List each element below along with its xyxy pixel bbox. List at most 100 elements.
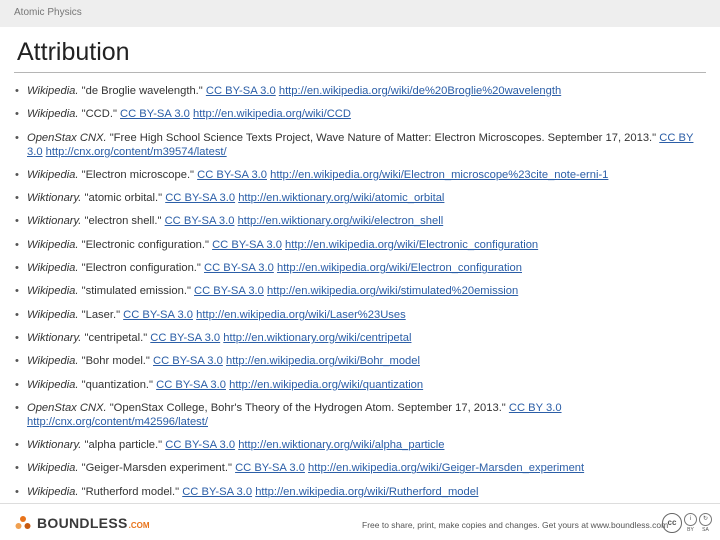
- bullet-icon: •: [15, 192, 19, 205]
- attribution-source: Wikipedia.: [27, 308, 79, 321]
- attribution-source: Wikipedia.: [27, 108, 79, 121]
- attribution-source: Wikipedia.: [27, 285, 79, 298]
- license-link[interactable]: CC BY-SA 3.0: [120, 108, 190, 120]
- attribution-source: Wikipedia.: [27, 378, 79, 391]
- license-link[interactable]: CC BY-SA 3.0: [153, 355, 223, 367]
- attribution-title: "centripetal.": [81, 331, 151, 344]
- attribution-title: "Bohr model.": [78, 355, 153, 368]
- license-link[interactable]: CC BY-SA 3.0: [194, 285, 264, 297]
- source-url-link[interactable]: http://en.wikipedia.org/wiki/Electronic_…: [285, 239, 538, 251]
- attribution-title: "Rutherford model.": [78, 485, 183, 498]
- bullet-icon: •: [15, 215, 19, 228]
- attribution-title: "alpha particle.": [81, 439, 166, 452]
- source-url-link[interactable]: http://en.wikipedia.org/wiki/Electron_co…: [277, 262, 522, 274]
- attribution-item: • Wikipedia. "quantization." CC BY-SA 3.0…: [14, 378, 704, 392]
- attribution-item: • Wikipedia. "Bohr model." CC BY-SA 3.0 h…: [14, 354, 704, 368]
- attribution-item: • Wikipedia. "Electronic configuration." …: [14, 238, 704, 252]
- license-link[interactable]: CC BY-SA 3.0: [165, 192, 235, 204]
- source-url-link[interactable]: http://en.wiktionary.org/wiki/atomic_orb…: [238, 192, 444, 204]
- attribution-source: Wikipedia.: [27, 462, 79, 475]
- license-link[interactable]: CC BY-SA 3.0: [235, 462, 305, 474]
- source-url-link[interactable]: http://en.wikipedia.org/wiki/CCD: [193, 108, 351, 120]
- license-link[interactable]: CC BY-SA 3.0: [150, 332, 220, 344]
- source-url-link[interactable]: http://en.wikipedia.org/wiki/Laser%23Use…: [196, 309, 406, 321]
- attribution-title: "atomic orbital.": [81, 192, 166, 205]
- attribution-title: "Free High School Science Texts Project,…: [106, 131, 660, 144]
- page-title: Attribution: [17, 38, 130, 66]
- license-link[interactable]: CC BY-SA 3.0: [212, 239, 282, 251]
- attribution-item: • Wikipedia. "Laser." CC BY-SA 3.0 http:/…: [14, 308, 704, 322]
- bullet-icon: •: [15, 108, 19, 121]
- bullet-icon: •: [15, 378, 19, 391]
- attribution-source: Wikipedia.: [27, 355, 79, 368]
- attribution-title: "stimulated emission.": [78, 285, 195, 298]
- license-link[interactable]: CC BY-SA 3.0: [165, 439, 235, 451]
- attribution-title: "CCD.": [78, 108, 121, 121]
- license-link[interactable]: CC BY-SA 3.0: [206, 85, 276, 97]
- license-link[interactable]: CC BY 3.0: [509, 402, 562, 414]
- source-url-link[interactable]: http://cnx.org/content/m39574/latest/: [46, 146, 227, 158]
- sa-icon: ↻: [699, 513, 712, 526]
- source-url-link[interactable]: http://en.wiktionary.org/wiki/alpha_part…: [238, 439, 444, 451]
- sa-badge: ↻ SA: [699, 513, 712, 533]
- attribution-title: "Electronic configuration.": [78, 238, 213, 251]
- license-link[interactable]: CC BY-SA 3.0: [165, 215, 235, 227]
- sa-label: SA: [702, 527, 709, 533]
- attribution-title: "OpenStax College, Bohr's Theory of the …: [106, 401, 509, 414]
- license-link[interactable]: CC BY-SA 3.0: [156, 379, 226, 391]
- attribution-source: Wikipedia.: [27, 168, 79, 181]
- footer-tagline: Free to share, print, make copies and ch…: [362, 520, 669, 530]
- attribution-title: "quantization.": [78, 378, 157, 391]
- source-url-link[interactable]: http://cnx.org/content/m42596/latest/: [27, 416, 208, 428]
- attribution-source: Wikipedia.: [27, 262, 79, 275]
- by-label: BY: [687, 527, 694, 533]
- bullet-icon: •: [15, 285, 19, 298]
- bullet-icon: •: [15, 331, 19, 344]
- bullet-icon: •: [15, 262, 19, 275]
- source-url-link[interactable]: http://en.wiktionary.org/wiki/electron_s…: [238, 215, 444, 227]
- attribution-title: "Electron microscope.": [78, 168, 198, 181]
- bullet-icon: •: [15, 355, 19, 368]
- source-url-link[interactable]: http://en.wikipedia.org/wiki/Electron_mi…: [270, 169, 608, 181]
- source-url-link[interactable]: http://en.wikipedia.org/wiki/Rutherford_…: [255, 486, 478, 498]
- source-url-link[interactable]: http://en.wikipedia.org/wiki/de%20Brogli…: [279, 85, 561, 97]
- source-url-link[interactable]: http://en.wikipedia.org/wiki/stimulated%…: [267, 285, 518, 297]
- bullet-icon: •: [15, 238, 19, 251]
- attribution-source: Wiktionary.: [27, 331, 82, 344]
- license-link[interactable]: CC BY-SA 3.0: [204, 262, 274, 274]
- by-badge: i BY: [684, 513, 697, 533]
- source-url-link[interactable]: http://en.wikipedia.org/wiki/Geiger-Mars…: [308, 462, 584, 474]
- bullet-icon: •: [15, 85, 19, 97]
- license-link[interactable]: CC BY-SA 3.0: [182, 486, 252, 498]
- attribution-title: "Electron configuration.": [78, 262, 204, 275]
- source-url-link[interactable]: http://en.wikipedia.org/wiki/quantizatio…: [229, 379, 423, 391]
- license-link[interactable]: CC BY-SA 3.0: [123, 309, 193, 321]
- footer: BOUNDLESS .COM Free to share, print, mak…: [0, 503, 720, 540]
- bullet-icon: •: [15, 401, 19, 414]
- attribution-item: • Wikipedia. "Geiger-Marsden experiment."…: [14, 461, 704, 475]
- attribution-list: • Wikipedia. "de Broglie wavelength." CC …: [14, 84, 704, 508]
- attribution-source: Wikipedia.: [27, 238, 79, 251]
- attribution-source: OpenStax CNX.: [27, 131, 107, 144]
- title-divider: [14, 72, 706, 73]
- bullet-icon: •: [15, 485, 19, 498]
- by-person-icon: i: [684, 513, 697, 526]
- attribution-item: • Wikipedia. "CCD." CC BY-SA 3.0 http://e…: [14, 107, 704, 121]
- source-url-link[interactable]: http://en.wiktionary.org/wiki/centripeta…: [223, 332, 411, 344]
- attribution-source: Wikipedia.: [27, 85, 79, 97]
- attribution-item: • Wikipedia. "stimulated emission." CC BY…: [14, 284, 704, 298]
- brand-name: BOUNDLESS: [37, 515, 128, 531]
- breadcrumb: Atomic Physics: [14, 7, 82, 18]
- attribution-title: "Geiger-Marsden experiment.": [78, 462, 236, 475]
- license-link[interactable]: CC BY-SA 3.0: [197, 169, 267, 181]
- attribution-item: • Wiktionary. "electron shell." CC BY-SA …: [14, 214, 704, 228]
- cc-license-badge[interactable]: cc i BY ↻ SA: [662, 513, 712, 533]
- attribution-item: • Wiktionary. "atomic orbital." CC BY-SA …: [14, 191, 704, 205]
- attribution-item: • OpenStax CNX. "Free High School Science…: [14, 131, 704, 159]
- bullet-icon: •: [15, 168, 19, 181]
- boundless-logo[interactable]: BOUNDLESS .COM: [14, 514, 150, 532]
- attribution-title: "Laser.": [78, 308, 124, 321]
- brand-suffix: .COM: [128, 520, 150, 530]
- source-url-link[interactable]: http://en.wikipedia.org/wiki/Bohr_model: [226, 355, 420, 367]
- attribution-title: "de Broglie wavelength.": [78, 85, 206, 97]
